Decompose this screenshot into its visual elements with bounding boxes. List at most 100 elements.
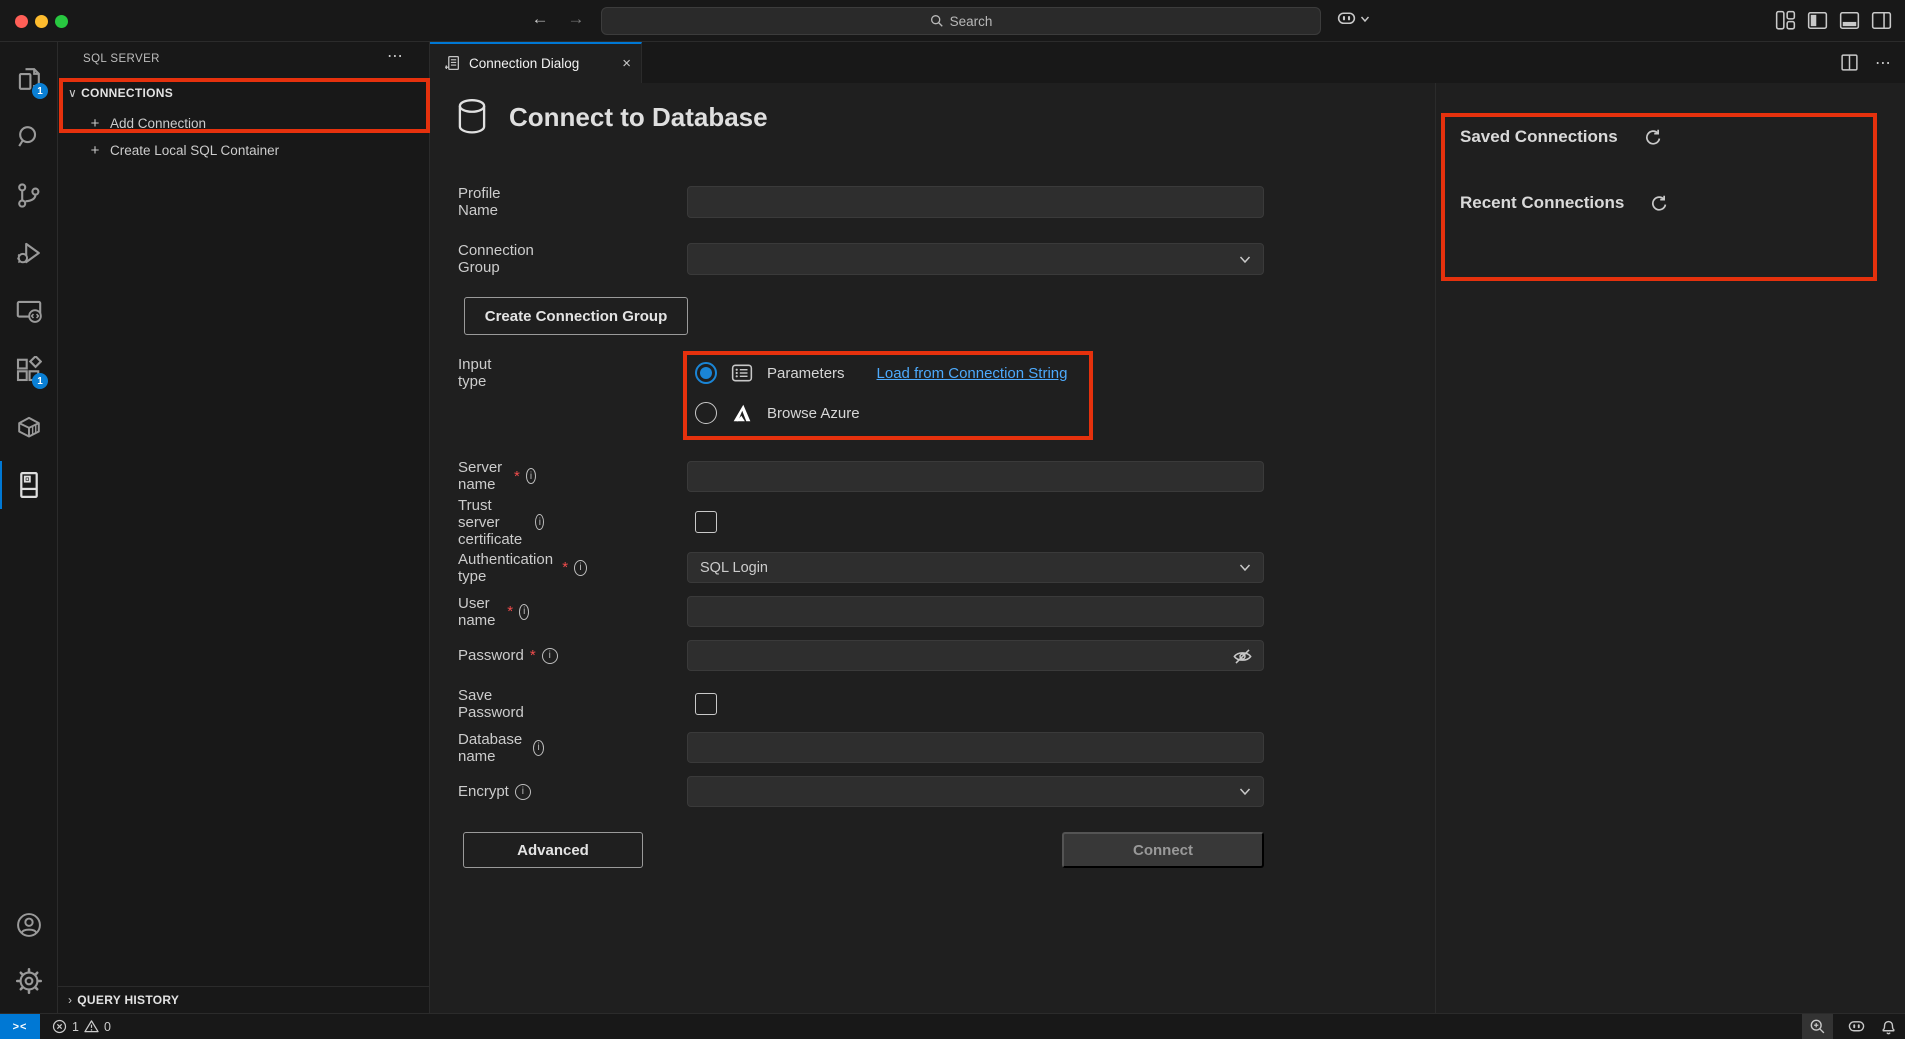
back-arrow-icon[interactable]: ← <box>528 9 552 29</box>
problems-status[interactable]: 1 0 <box>52 1014 111 1039</box>
parameters-option-label: Parameters <box>767 365 845 382</box>
remote-indicator[interactable]: >< <box>0 1014 40 1039</box>
run-debug-icon <box>15 239 43 267</box>
gear-icon <box>15 967 43 995</box>
saved-connections-title: Saved Connections <box>1460 127 1618 147</box>
copilot-icon <box>1336 9 1357 28</box>
plus-icon: + <box>88 142 102 159</box>
info-icon[interactable]: i <box>535 514 544 530</box>
titlebar-layout-controls <box>1775 10 1892 31</box>
input-type-browse-azure-option[interactable]: Browse Azure <box>695 397 860 429</box>
macos-zoom-button[interactable] <box>55 15 68 28</box>
remote-explorer-icon <box>15 297 43 325</box>
sidebar-item-remote-explorer[interactable] <box>0 282 57 340</box>
error-count: 1 <box>72 1020 79 1034</box>
save-password-checkbox[interactable] <box>695 693 717 715</box>
load-from-connection-string-link[interactable]: Load from Connection String <box>877 365 1068 382</box>
copilot-menu-button[interactable] <box>1336 9 1370 28</box>
server-name-input[interactable] <box>687 461 1264 492</box>
settings-button[interactable] <box>0 952 57 1010</box>
connect-button[interactable]: Connect <box>1062 832 1264 868</box>
refresh-icon[interactable] <box>1650 194 1669 213</box>
password-label: Password* i <box>458 647 558 664</box>
zoom-status-button[interactable] <box>1802 1014 1833 1039</box>
authentication-type-select[interactable]: SQL Login <box>687 552 1264 583</box>
authentication-type-label: Authentication type* i <box>458 551 587 585</box>
accounts-button[interactable] <box>0 896 57 954</box>
azure-icon <box>731 403 753 423</box>
error-icon <box>52 1019 67 1034</box>
toggle-secondary-sidebar-icon[interactable] <box>1871 10 1892 31</box>
title-bar: ← → Search <box>0 0 1905 42</box>
sidebar-item-run-debug[interactable] <box>0 224 57 282</box>
info-icon[interactable]: i <box>515 784 531 800</box>
extensions-badge: 1 <box>32 373 48 389</box>
activity-bar: 1 <box>0 42 58 1013</box>
input-type-parameters-option[interactable]: Parameters Load from Connection String <box>695 357 1067 389</box>
sql-server-icon <box>15 471 43 499</box>
info-icon[interactable]: i <box>574 560 587 576</box>
info-icon[interactable]: i <box>533 740 544 756</box>
create-local-sql-container-label: Create Local SQL Container <box>110 143 279 158</box>
toggle-password-visibility-icon[interactable] <box>1232 646 1253 667</box>
sidebar-item-search[interactable] <box>0 108 57 166</box>
radio-selected-icon[interactable] <box>695 362 717 384</box>
info-icon[interactable]: i <box>519 604 529 620</box>
create-local-sql-container-item[interactable]: + Create Local SQL Container <box>88 142 279 159</box>
info-icon[interactable]: i <box>526 468 536 484</box>
required-marker: * <box>514 468 520 485</box>
notifications-bell-icon[interactable] <box>1880 1018 1897 1035</box>
database-icon <box>453 97 491 137</box>
database-name-input[interactable] <box>687 732 1264 763</box>
user-name-input[interactable] <box>687 596 1264 627</box>
required-marker: * <box>530 647 536 664</box>
refresh-icon[interactable] <box>1644 128 1663 147</box>
sidebar-item-extensions[interactable]: 1 <box>0 340 57 398</box>
database-name-label: Database name i <box>458 731 544 765</box>
radio-unselected-icon[interactable] <box>695 402 717 424</box>
explorer-badge: 1 <box>32 83 48 99</box>
connection-group-label: Connection Group <box>458 242 534 276</box>
connection-dialog-editor: Connect to Database Profile Name Connect… <box>430 83 1905 1013</box>
trust-server-certificate-checkbox[interactable] <box>695 511 717 533</box>
advanced-button[interactable]: Advanced <box>463 832 643 868</box>
copilot-status-icon[interactable] <box>1847 1018 1866 1035</box>
connection-group-select[interactable] <box>687 243 1264 275</box>
sidebar-more-actions-icon[interactable]: ⋯ <box>387 46 403 66</box>
input-type-label: Input type <box>458 356 491 390</box>
search-icon <box>15 123 43 151</box>
profile-name-label: Profile Name <box>458 185 501 219</box>
chevron-right-icon: › <box>68 993 72 1007</box>
toggle-primary-sidebar-icon[interactable] <box>1807 10 1828 31</box>
sidebar-title: SQL SERVER <box>83 53 160 65</box>
editor-more-actions-icon[interactable]: ⋯ <box>1875 53 1891 73</box>
toggle-panel-icon[interactable] <box>1839 10 1860 31</box>
required-marker: * <box>562 559 568 576</box>
browse-azure-option-label: Browse Azure <box>767 405 860 422</box>
sidebar-item-sql-server[interactable] <box>0 456 57 514</box>
encrypt-label: Encrypt i <box>458 783 531 800</box>
active-view-indicator <box>0 461 2 509</box>
connections-section-header[interactable]: ∨ CONNECTIONS <box>68 86 173 100</box>
encrypt-select[interactable] <box>687 776 1264 807</box>
tab-connection-dialog[interactable]: Connection Dialog × <box>430 42 642 83</box>
command-center-search[interactable]: Search <box>601 7 1321 35</box>
macos-minimize-button[interactable] <box>35 15 48 28</box>
tab-close-icon[interactable]: × <box>622 55 631 72</box>
query-history-section-header[interactable]: › QUERY HISTORY <box>58 986 430 1013</box>
search-label: Search <box>950 14 993 29</box>
sidebar-item-source-control[interactable] <box>0 166 57 224</box>
status-bar: >< 1 0 <box>0 1013 1905 1039</box>
add-connection-item[interactable]: + Add Connection <box>88 115 206 132</box>
split-editor-icon[interactable] <box>1840 53 1859 72</box>
password-input[interactable] <box>687 640 1264 671</box>
macos-close-button[interactable] <box>15 15 28 28</box>
sidebar-item-explorer[interactable]: 1 <box>0 50 57 108</box>
profile-name-input[interactable] <box>687 186 1264 218</box>
info-icon[interactable]: i <box>542 648 558 664</box>
forward-arrow-icon[interactable]: → <box>564 9 588 29</box>
customize-layout-icon[interactable] <box>1775 10 1796 31</box>
sidebar-item-containers[interactable] <box>0 398 57 456</box>
recent-connections-section: Recent Connections <box>1460 193 1669 213</box>
create-connection-group-button[interactable]: Create Connection Group <box>464 297 688 335</box>
